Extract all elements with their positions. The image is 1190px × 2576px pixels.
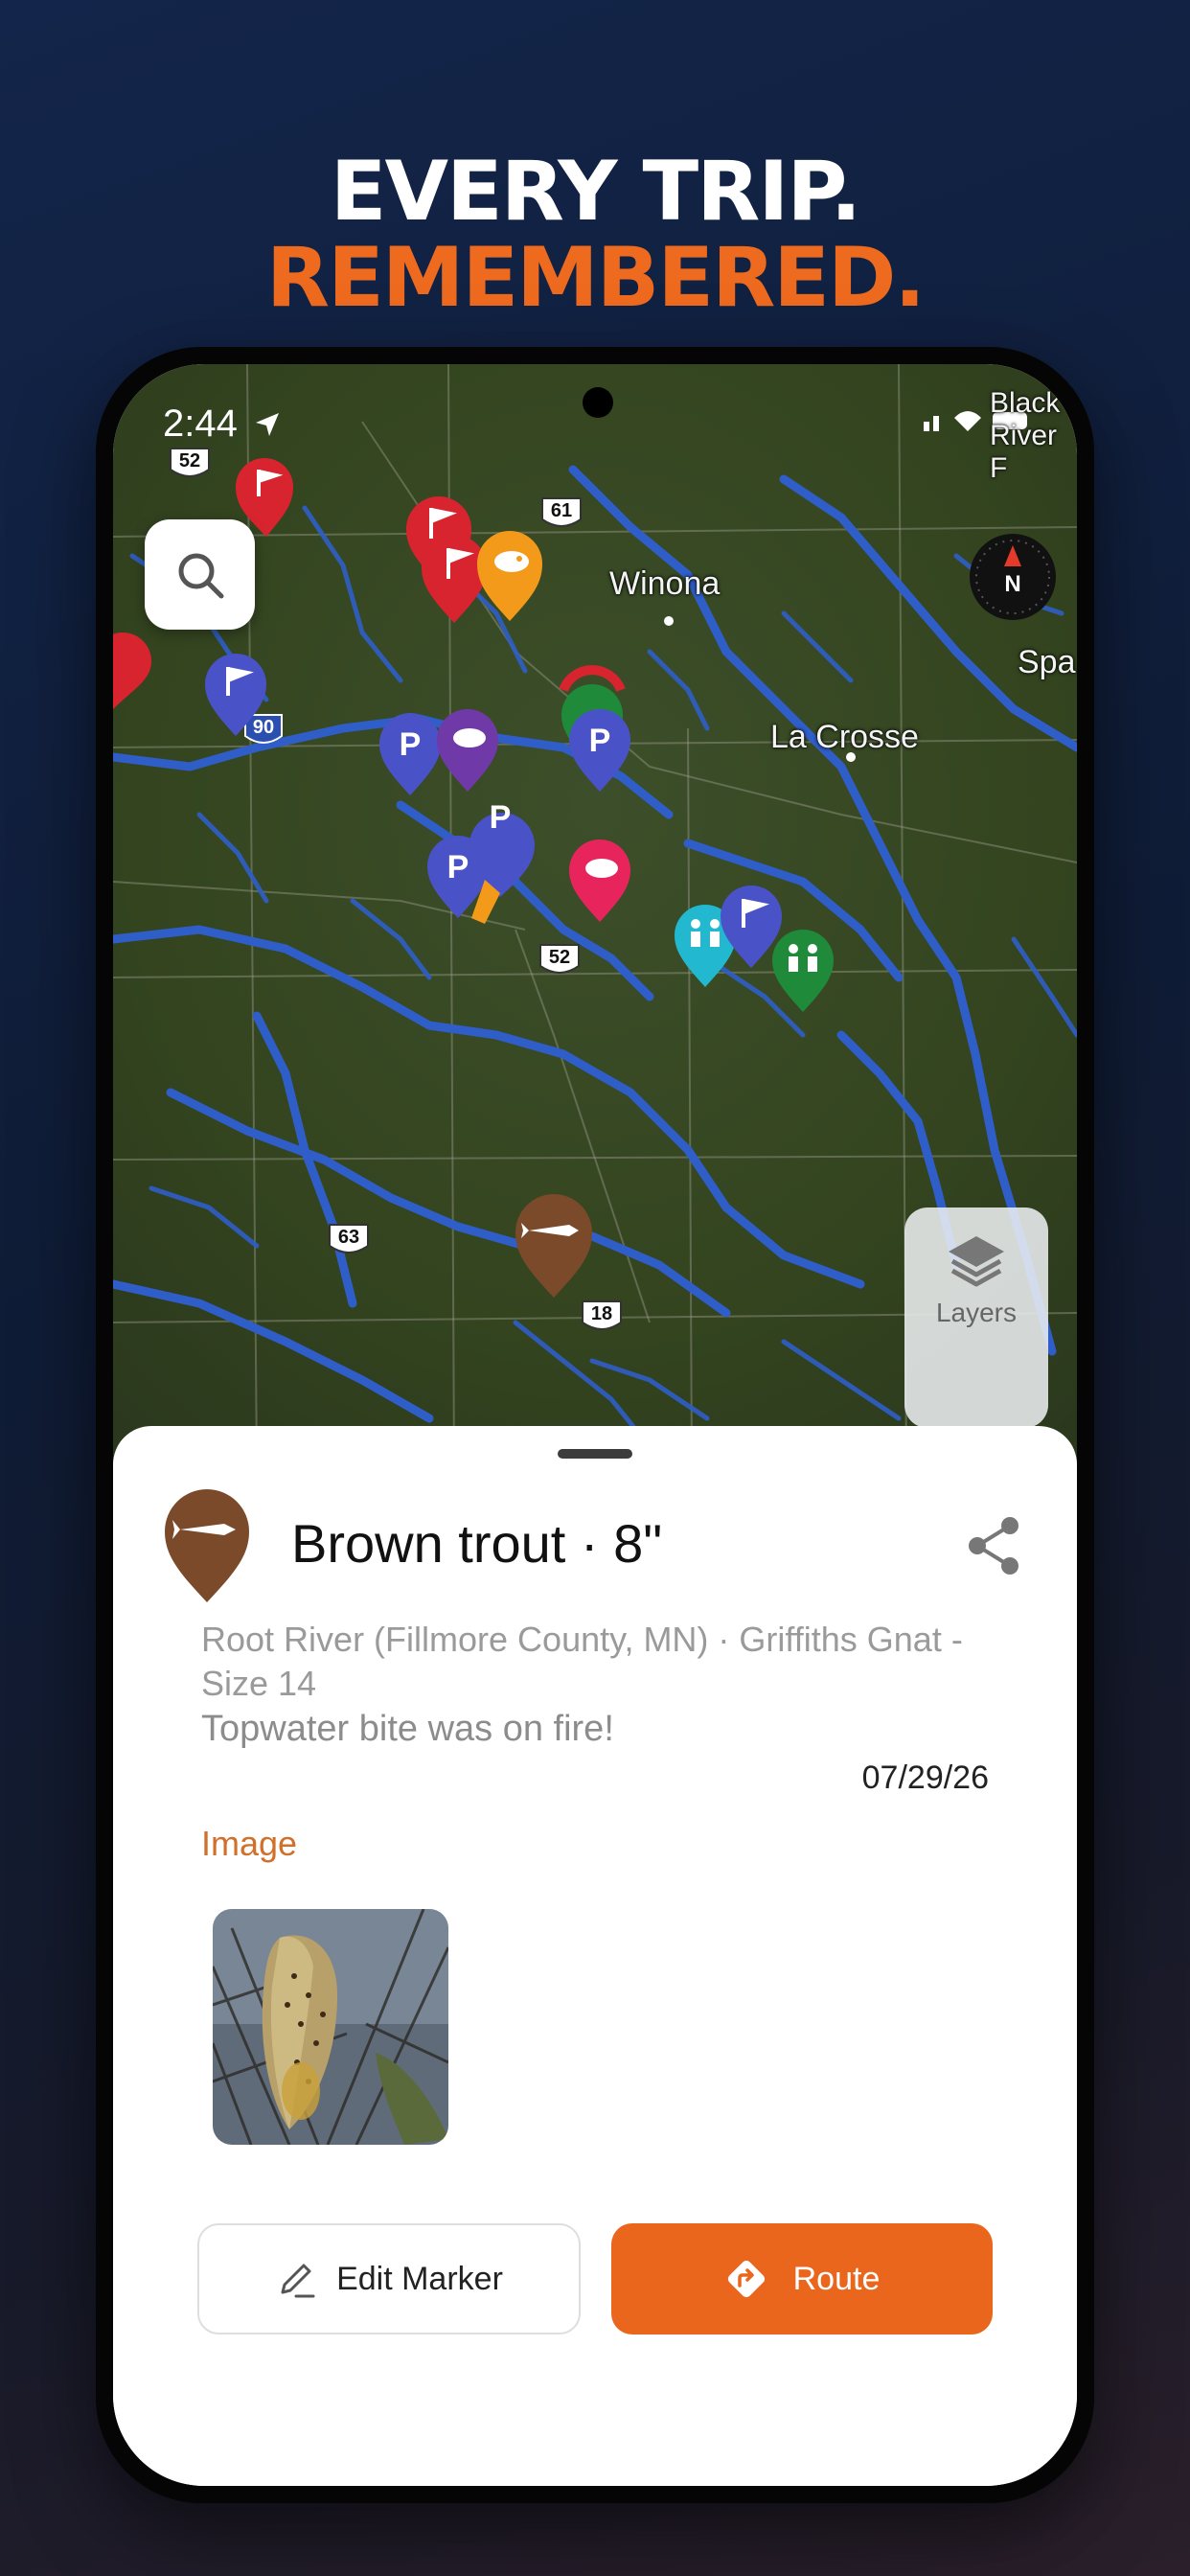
headline-line-2: REMEMBERED. [265, 230, 926, 326]
catch-photo[interactable] [213, 1909, 448, 2145]
svg-text:P: P [490, 799, 512, 836]
brown-trout-pin-icon [161, 1485, 253, 1609]
marker-orange-fish[interactable] [477, 531, 542, 621]
catch-title: Brown trout · 8" [291, 1513, 663, 1574]
sheet-drag-handle[interactable] [558, 1449, 632, 1459]
svg-text:P: P [447, 849, 469, 886]
edit-marker-button[interactable]: Edit Marker [197, 2223, 581, 2334]
phone-screen: 2:44 Black River F 52 61 90 52 63 18 Win… [113, 364, 1077, 2486]
layers-label: Layers [935, 1298, 1018, 1327]
share-button[interactable] [966, 1514, 1023, 1582]
marker-detail-sheet: Brown trout · 8" Root River (Fillmore Co… [113, 1426, 1077, 2486]
compass-button[interactable]: N [968, 532, 1058, 627]
marker-pink-fish[interactable] [569, 840, 630, 922]
catch-date: 07/29/26 [861, 1760, 989, 1796]
pencil-icon [281, 2264, 315, 2298]
map-view[interactable]: 2:44 Black River F 52 61 90 52 63 18 Win… [113, 364, 1077, 1467]
edit-marker-label: Edit Marker [336, 2260, 503, 2297]
compass-icon: N [970, 534, 1056, 620]
phone-frame: 2:44 Black River F 52 61 90 52 63 18 Win… [96, 347, 1094, 2503]
headline-line-1: EVERY TRIP. [330, 144, 862, 240]
layers-icon [949, 1236, 1004, 1287]
marker-purple-fish[interactable] [437, 709, 498, 792]
share-icon [969, 1517, 1018, 1575]
marker-red-flag[interactable] [422, 535, 487, 623]
search-icon [178, 553, 223, 598]
marker-blue-flag[interactable] [205, 654, 266, 736]
marker-green-restroom[interactable] [772, 930, 834, 1012]
route-button[interactable]: Route [611, 2223, 993, 2334]
trout-photo-illustration [213, 1909, 448, 2145]
svg-text:N: N [1004, 571, 1020, 597]
catch-location: Root River (Fillmore County, MN) · Griff… [201, 1620, 963, 1703]
directions-icon [727, 2260, 765, 2298]
marker-parking[interactable]: P [379, 713, 441, 795]
marker-red-flag[interactable] [113, 632, 151, 709]
marker-parking[interactable]: P [569, 709, 630, 792]
svg-text:P: P [589, 723, 611, 759]
route-label: Route [792, 2260, 881, 2297]
layers-button[interactable]: Layers [904, 1208, 1048, 1428]
svg-text:P: P [400, 726, 422, 763]
catch-note: Topwater bite was on fire! [201, 1709, 614, 1749]
image-section-label: Image [201, 1824, 298, 1863]
search-button[interactable] [145, 519, 255, 630]
marker-brown-trout[interactable] [515, 1194, 592, 1298]
